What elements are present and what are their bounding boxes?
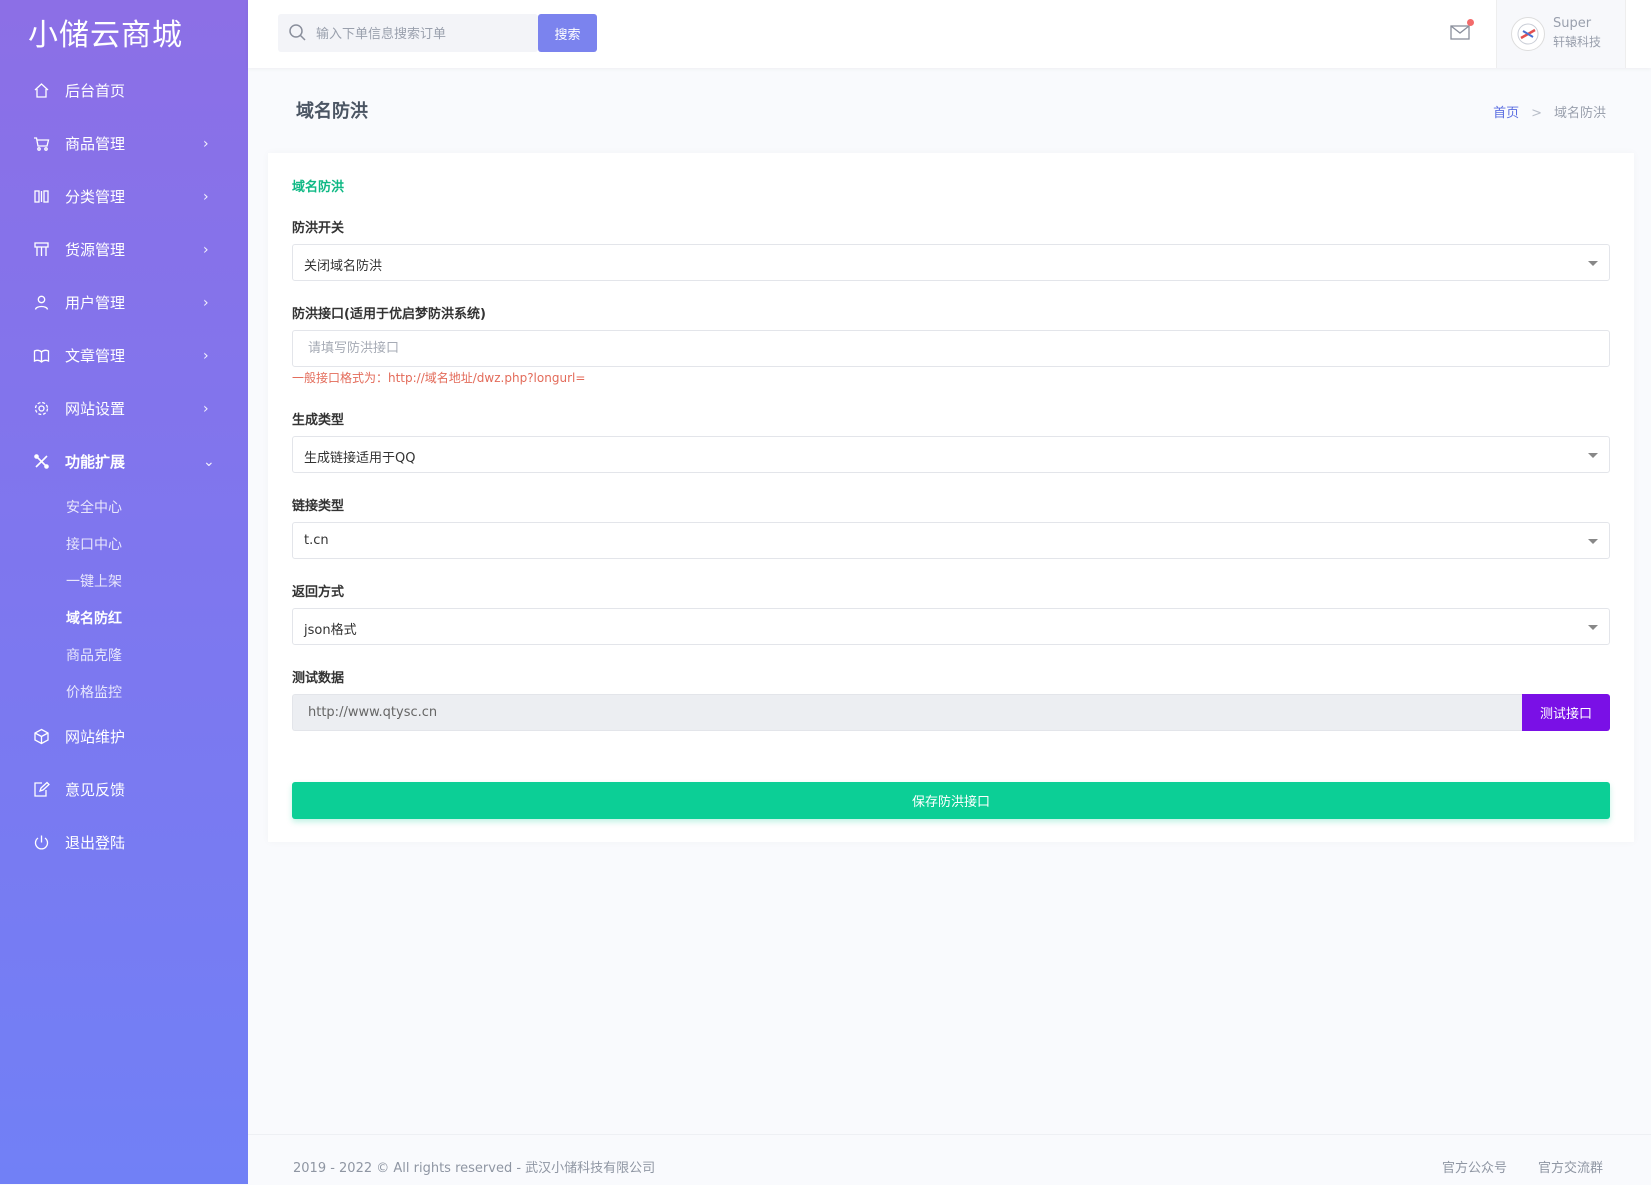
box-icon xyxy=(32,728,50,746)
chevron-right-icon: › xyxy=(203,294,209,311)
sidebar-item-label: 网站设置 xyxy=(65,400,126,418)
sidebar-nav: 后台首页 商品管理 › 分类管理 › 货源管理 › 用户管理 › 文章管理 › … xyxy=(0,64,248,869)
sidebar-item-label: 商品管理 xyxy=(65,135,126,153)
sidebar-item-site-maintenance[interactable]: 网站维护 xyxy=(0,710,248,763)
cart-icon xyxy=(32,135,50,153)
switch-label: 防洪开关 xyxy=(292,221,345,236)
breadcrumb-separator: > xyxy=(1531,106,1542,121)
sidebar-item-feedback[interactable]: 意见反馈 xyxy=(0,763,248,816)
caret-down-icon xyxy=(1588,261,1598,266)
chevron-right-icon: › xyxy=(203,188,209,205)
gen-type-label: 生成类型 xyxy=(292,413,345,428)
sidebar-item-site-settings[interactable]: 网站设置 › xyxy=(0,382,248,435)
chevron-right-icon: › xyxy=(203,135,209,152)
save-button[interactable]: 保存防洪接口 xyxy=(292,782,1610,819)
columns-icon xyxy=(32,188,50,206)
select-value: 关闭域名防洪 xyxy=(304,259,383,274)
user-name: Super xyxy=(1553,16,1592,31)
caret-down-icon xyxy=(1588,625,1598,630)
user-icon xyxy=(32,294,50,312)
sidebar-item-logout[interactable]: 退出登陆 xyxy=(0,816,248,869)
page-title: 域名防洪 xyxy=(296,101,368,122)
sidebar-item-label: 用户管理 xyxy=(65,294,126,312)
sidebar-item-label: 后台首页 xyxy=(65,82,126,100)
submenu-item-api-center[interactable]: 接口中心 xyxy=(0,525,248,562)
test-data-input[interactable] xyxy=(292,694,1522,731)
home-icon xyxy=(32,82,50,100)
return-format-select[interactable]: json格式 xyxy=(292,608,1610,645)
link-type-label: 链接类型 xyxy=(292,499,345,514)
mail-icon[interactable] xyxy=(1450,19,1474,42)
chevron-right-icon: › xyxy=(203,400,209,417)
sidebar-item-label: 分类管理 xyxy=(65,188,126,206)
top-bar: 搜索 Super 轩辕科技 xyxy=(248,0,1651,68)
sidebar-item-articles[interactable]: 文章管理 › xyxy=(0,329,248,382)
sidebar-item-sources[interactable]: 货源管理 › xyxy=(0,223,248,276)
api-format-hint: 一般接口格式为：http://域名地址/dwz.php?longurl= xyxy=(292,371,586,385)
select-value: 生成链接适用于QQ xyxy=(304,451,416,466)
sidebar-item-home[interactable]: 后台首页 xyxy=(0,64,248,117)
search-input[interactable] xyxy=(314,14,533,54)
book-icon xyxy=(32,347,50,365)
user-menu[interactable]: Super 轩辕科技 xyxy=(1496,0,1626,68)
test-api-button[interactable]: 测试接口 xyxy=(1522,694,1610,731)
breadcrumb-current: 域名防洪 xyxy=(1553,106,1606,121)
sidebar-item-label: 货源管理 xyxy=(65,241,126,259)
sidebar-item-users[interactable]: 用户管理 › xyxy=(0,276,248,329)
power-icon xyxy=(32,834,50,852)
caret-down-icon xyxy=(1588,453,1598,458)
tools-icon xyxy=(32,453,50,471)
submenu-item-product-clone[interactable]: 商品克隆 xyxy=(0,636,248,673)
test-data-label: 测试数据 xyxy=(292,671,345,686)
sidebar-item-label: 文章管理 xyxy=(65,347,126,365)
submenu-item-security-center[interactable]: 安全中心 xyxy=(0,488,248,525)
select-value: t.cn xyxy=(304,533,329,548)
sidebar-item-label: 功能扩展 xyxy=(65,453,126,471)
card-title: 域名防洪 xyxy=(292,180,345,195)
api-input[interactable] xyxy=(292,330,1610,367)
footer-link-community-group[interactable]: 官方交流群 xyxy=(1538,1157,1603,1176)
search-box xyxy=(278,14,538,54)
chevron-right-icon: › xyxy=(203,241,209,258)
feedback-icon xyxy=(32,781,50,799)
sidebar-item-label: 网站维护 xyxy=(65,728,126,746)
submenu-item-one-click-listing[interactable]: 一键上架 xyxy=(0,562,248,599)
app-logo[interactable]: 小储云商城 xyxy=(28,10,183,54)
sidebar-item-extensions[interactable]: 功能扩展 ⌄ xyxy=(0,435,248,488)
search-icon xyxy=(288,23,307,46)
footer-link-official-account[interactable]: 官方公众号 xyxy=(1442,1157,1507,1176)
avatar xyxy=(1511,17,1545,51)
select-value: json格式 xyxy=(304,623,357,638)
chevron-right-icon: › xyxy=(203,347,209,364)
breadcrumb: 首页 > 域名防洪 xyxy=(1493,102,1606,121)
return-label: 返回方式 xyxy=(292,585,345,600)
chevron-down-icon: ⌄ xyxy=(203,453,215,470)
sidebar-item-categories[interactable]: 分类管理 › xyxy=(0,170,248,223)
footer: 2019 - 2022 © All rights reserved - 武汉小储… xyxy=(248,1134,1651,1185)
sidebar-item-label: 退出登陆 xyxy=(65,834,126,852)
grid-icon xyxy=(32,241,50,259)
api-label: 防洪接口(适用于优启梦防洪系统) xyxy=(292,307,486,322)
gear-icon xyxy=(32,400,50,418)
submenu-item-price-monitor[interactable]: 价格监控 xyxy=(0,673,248,710)
sidebar-item-products[interactable]: 商品管理 › xyxy=(0,117,248,170)
user-organization: 轩辕科技 xyxy=(1553,35,1602,49)
extensions-submenu: 安全中心 接口中心 一键上架 域名防红 商品克隆 价格监控 xyxy=(0,488,248,710)
copyright-text: 2019 - 2022 © All rights reserved - 武汉小储… xyxy=(293,1161,656,1176)
search-button[interactable]: 搜索 xyxy=(538,14,597,52)
breadcrumb-home-link[interactable]: 首页 xyxy=(1493,106,1519,121)
gen-type-select[interactable]: 生成链接适用于QQ xyxy=(292,436,1610,473)
caret-down-icon xyxy=(1588,539,1598,544)
link-type-select[interactable]: t.cn xyxy=(292,522,1610,559)
sidebar: 小储云商城 后台首页 商品管理 › 分类管理 › 货源管理 › 用户管理 › 文… xyxy=(0,0,248,1184)
domain-protection-card: 域名防洪 防洪开关 关闭域名防洪 防洪接口(适用于优启梦防洪系统) 一般接口格式… xyxy=(268,153,1634,842)
protection-switch-select[interactable]: 关闭域名防洪 xyxy=(292,244,1610,281)
submenu-item-domain-protection[interactable]: 域名防红 xyxy=(0,599,248,636)
notification-dot xyxy=(1467,19,1474,26)
sidebar-item-label: 意见反馈 xyxy=(65,781,126,799)
